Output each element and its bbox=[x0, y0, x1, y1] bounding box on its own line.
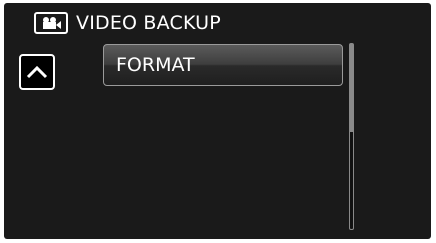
menu-header: VIDEO BACKUP bbox=[4, 3, 431, 37]
scroll-up-button[interactable] bbox=[19, 54, 55, 90]
video-camera-icon bbox=[34, 12, 68, 34]
page-title: VIDEO BACKUP bbox=[76, 12, 221, 34]
menu-item-format[interactable]: FORMAT bbox=[103, 44, 343, 86]
scrollbar-thumb[interactable] bbox=[350, 44, 353, 132]
camera-menu-screen: VIDEO BACKUP FORMAT bbox=[4, 3, 431, 239]
chevron-up-icon bbox=[26, 65, 48, 79]
